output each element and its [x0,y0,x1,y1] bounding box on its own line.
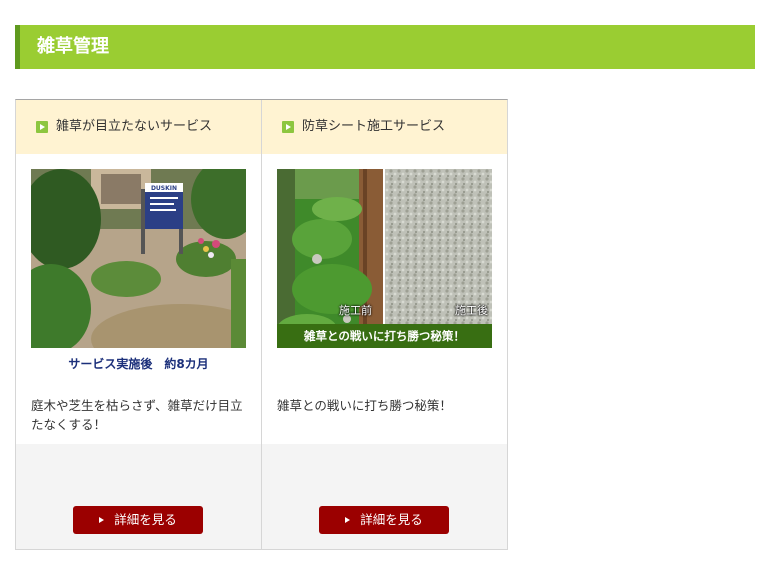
card-description: 庭木や芝生を枯らさず、雑草だけ目立たなくする！ [31,398,243,432]
card-caption: サービス実施後 約8カ月 [68,357,209,371]
card-header: 防草シート施工サービス [262,100,507,154]
arrow-marker-icon [36,121,48,133]
service-cards: 雑草が目立たないサービス DUSKIN サービス実施後 約8カ月 庭木や芝生を枯… [15,99,508,550]
garden-photo: DUSKIN [31,169,246,348]
play-arrow-icon [99,516,105,523]
section-header: 雑草管理 [15,25,755,69]
card-header: 雑草が目立たないサービス [16,100,261,154]
details-button-label: 詳細を見る [114,512,177,527]
service-card-weed-sheet: 防草シート施工サービス 施工前 施工後 雑草との戦いに打ち勝つ秘策！ 雑草との戦… [261,100,507,549]
card-footer: 詳細を見る [16,444,261,549]
card-title: 雑草が目立たないサービス [56,119,213,134]
photo-banner: 雑草との戦いに打ち勝つ秘策！ [277,324,492,348]
details-button[interactable]: 詳細を見る [73,506,203,534]
section-title: 雑草管理 [37,36,109,57]
card-description: 雑草との戦いに打ち勝つ秘策！ [277,398,452,413]
after-label: 施工後 [455,304,488,317]
details-button-label: 詳細を見る [360,512,423,527]
arrow-marker-icon [282,121,294,133]
play-arrow-icon [345,516,351,523]
card-title: 防草シート施工サービス [302,119,446,134]
service-card-weed-inconspicuous: 雑草が目立たないサービス DUSKIN サービス実施後 約8カ月 庭木や芝生を枯… [16,100,261,549]
before-after-photo: 施工前 施工後 雑草との戦いに打ち勝つ秘策！ [277,169,492,348]
sign-text: DUSKIN [151,185,177,192]
before-label: 施工前 [339,304,372,317]
card-footer: 詳細を見る [262,444,507,549]
details-button[interactable]: 詳細を見る [319,506,449,534]
